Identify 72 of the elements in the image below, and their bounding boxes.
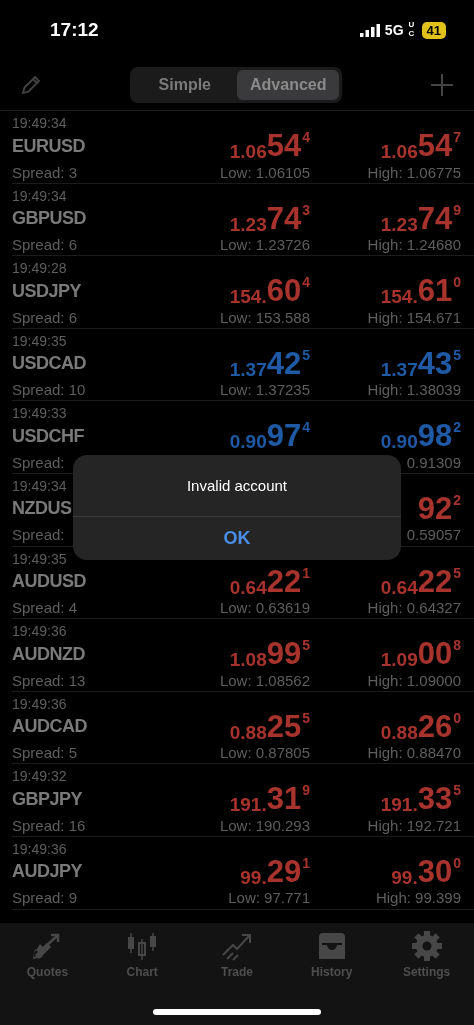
candlestick-icon bbox=[126, 931, 159, 961]
symbol-name: USDCHF bbox=[12, 425, 85, 447]
status-time: 17:12 bbox=[50, 19, 99, 41]
spread-label: Spread: 6 bbox=[12, 236, 79, 254]
quote-time: 19:49:34 bbox=[12, 477, 68, 494]
high-label: High: 154.671 bbox=[367, 308, 461, 326]
network-label: 5G bbox=[384, 22, 404, 38]
spread-label: Spread: 6 bbox=[12, 308, 79, 326]
high-label: 0.59057 bbox=[406, 526, 461, 544]
spread-label: Spread: 5 bbox=[12, 744, 79, 762]
symbol-name: AUDUSD bbox=[12, 571, 87, 593]
high-label: High: 99.399 bbox=[375, 889, 461, 907]
symbol-name: EURUSD bbox=[12, 135, 86, 157]
battery-level: 41 bbox=[421, 21, 446, 39]
signal-icon bbox=[359, 23, 380, 37]
high-label: High: 0.88470 bbox=[367, 744, 461, 762]
low-label: Low: 1.08562 bbox=[219, 671, 310, 689]
quote-time: 19:49:36 bbox=[12, 840, 68, 857]
quote-time: 19:49:36 bbox=[12, 623, 68, 640]
symbol-name: AUDCAD bbox=[12, 716, 88, 738]
spread-label: Spread: 4 bbox=[12, 599, 79, 617]
trend-arrow-icon bbox=[221, 931, 253, 961]
high-label: High: 192.721 bbox=[367, 816, 461, 834]
symbol-name: GBPUSD bbox=[12, 208, 87, 230]
low-label: Low: 1.37235 bbox=[219, 381, 310, 399]
high-label: High: 1.38039 bbox=[367, 381, 461, 399]
quote-time: 19:49:34 bbox=[12, 115, 68, 131]
low-label: Low: 1.06105 bbox=[219, 163, 310, 181]
quote-time: 19:49:34 bbox=[12, 187, 68, 204]
quote-time: 19:49:32 bbox=[12, 768, 68, 785]
quote-time: 19:49:33 bbox=[12, 405, 68, 422]
high-label: High: 1.24680 bbox=[367, 236, 461, 254]
quote-time: 19:49:35 bbox=[12, 550, 68, 567]
spread-label: Spread: bbox=[12, 453, 66, 471]
tab-item[interactable]: Quotes bbox=[12, 931, 83, 989]
symbol-name: GBPJPY bbox=[12, 788, 84, 810]
network-sublabel: UC bbox=[408, 21, 416, 39]
symbol-name: NZDUS bbox=[12, 498, 73, 520]
quote-time: 19:49:36 bbox=[12, 695, 68, 712]
symbol-name: AUDJPY bbox=[12, 861, 84, 883]
spread-label: Spread: 13 bbox=[12, 671, 87, 689]
ok-button[interactable]: OK bbox=[73, 516, 401, 560]
segment-tab[interactable]: Simple bbox=[132, 70, 237, 100]
low-label: Low: 0.63619 bbox=[219, 599, 310, 617]
spread-label: Spread: bbox=[12, 526, 66, 544]
symbol-name: AUDNZD bbox=[12, 643, 86, 665]
low-label: Low: 97.771 bbox=[228, 889, 310, 907]
tab-item[interactable]: History bbox=[296, 931, 367, 989]
high-label: 0.91309 bbox=[406, 453, 461, 471]
settings-icon bbox=[410, 931, 443, 961]
high-label: High: 1.09000 bbox=[367, 671, 461, 689]
tab-item[interactable]: Settings bbox=[391, 931, 462, 989]
spread-label: Spread: 9 bbox=[12, 889, 79, 907]
high-label: High: 0.64327 bbox=[367, 599, 461, 617]
segment-tab[interactable]: Advanced bbox=[237, 70, 340, 100]
quote-time: 19:49:28 bbox=[12, 260, 68, 277]
symbol-name: USDCAD bbox=[12, 353, 87, 375]
low-label: Low: 190.293 bbox=[219, 816, 310, 834]
low-label: Low: 1.23726 bbox=[219, 236, 310, 254]
low-label: Low: 0.87805 bbox=[219, 744, 310, 762]
pencil-icon[interactable] bbox=[20, 74, 42, 96]
plus-icon[interactable] bbox=[430, 73, 454, 97]
spread-label: Spread: 3 bbox=[12, 163, 79, 181]
low-label: Low: 153.588 bbox=[219, 308, 310, 326]
symbol-name: USDJPY bbox=[12, 280, 83, 302]
spread-label: Spread: 16 bbox=[12, 816, 87, 834]
spread-label: Spread: 10 bbox=[12, 381, 87, 399]
tab-item[interactable]: Trade bbox=[202, 931, 272, 989]
high-label: High: 1.06775 bbox=[367, 163, 461, 181]
quote-time: 19:49:35 bbox=[12, 332, 68, 349]
tab-item[interactable]: Chart bbox=[107, 931, 178, 989]
alert-message: Invalid account bbox=[185, 476, 289, 496]
